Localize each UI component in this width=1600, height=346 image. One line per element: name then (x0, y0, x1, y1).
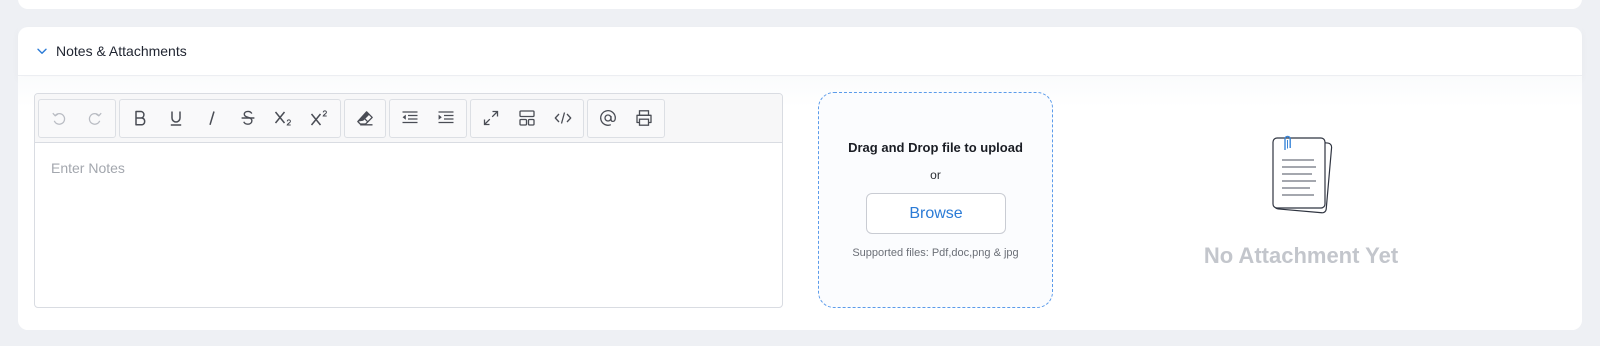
indent-group (389, 98, 467, 138)
section-header[interactable]: Notes & Attachments (18, 27, 1582, 76)
superscript-icon[interactable] (302, 101, 338, 136)
no-attachment-text: No Attachment Yet (1203, 243, 1399, 268)
notes-placeholder: Enter Notes (51, 160, 125, 176)
undo-icon[interactable] (41, 101, 77, 136)
misc-group (587, 98, 665, 138)
history-group (38, 98, 116, 138)
print-icon[interactable] (626, 101, 662, 136)
format-group (119, 98, 341, 138)
editor-toolbar (35, 94, 782, 143)
previous-section-card (18, 0, 1582, 9)
notes-editor: Enter Notes (34, 93, 783, 308)
redo-icon[interactable] (77, 101, 113, 136)
file-dropzone[interactable]: Drag and Drop file to upload or Browse S… (818, 92, 1053, 308)
indent-icon[interactable] (428, 101, 464, 136)
notes-attachments-card: Notes & Attachments Enter Notes Drag and… (18, 27, 1582, 330)
notes-textarea[interactable]: Enter Notes (35, 143, 782, 307)
document-icon (1267, 133, 1335, 215)
layout-icon[interactable] (509, 101, 545, 136)
code-view-icon[interactable] (545, 101, 581, 136)
section-body: Enter Notes Drag and Drop file to upload… (18, 77, 1582, 330)
browse-button[interactable]: Browse (866, 193, 1006, 234)
clear-format-group (344, 98, 386, 138)
fullscreen-icon[interactable] (473, 101, 509, 136)
chevron-down-icon[interactable] (36, 45, 48, 57)
dropzone-or: or (930, 168, 941, 182)
subscript-icon[interactable] (266, 101, 302, 136)
dropzone-title: Drag and Drop file to upload (848, 140, 1023, 155)
italic-icon[interactable] (194, 101, 230, 136)
supported-files-text: Supported files: Pdf,doc,png & jpg (852, 247, 1019, 259)
eraser-icon[interactable] (347, 101, 383, 136)
mention-icon[interactable] (590, 101, 626, 136)
bold-icon[interactable] (122, 101, 158, 136)
section-title: Notes & Attachments (56, 43, 187, 59)
underline-icon[interactable] (158, 101, 194, 136)
strikethrough-icon[interactable] (230, 101, 266, 136)
outdent-icon[interactable] (392, 101, 428, 136)
view-group (470, 98, 584, 138)
